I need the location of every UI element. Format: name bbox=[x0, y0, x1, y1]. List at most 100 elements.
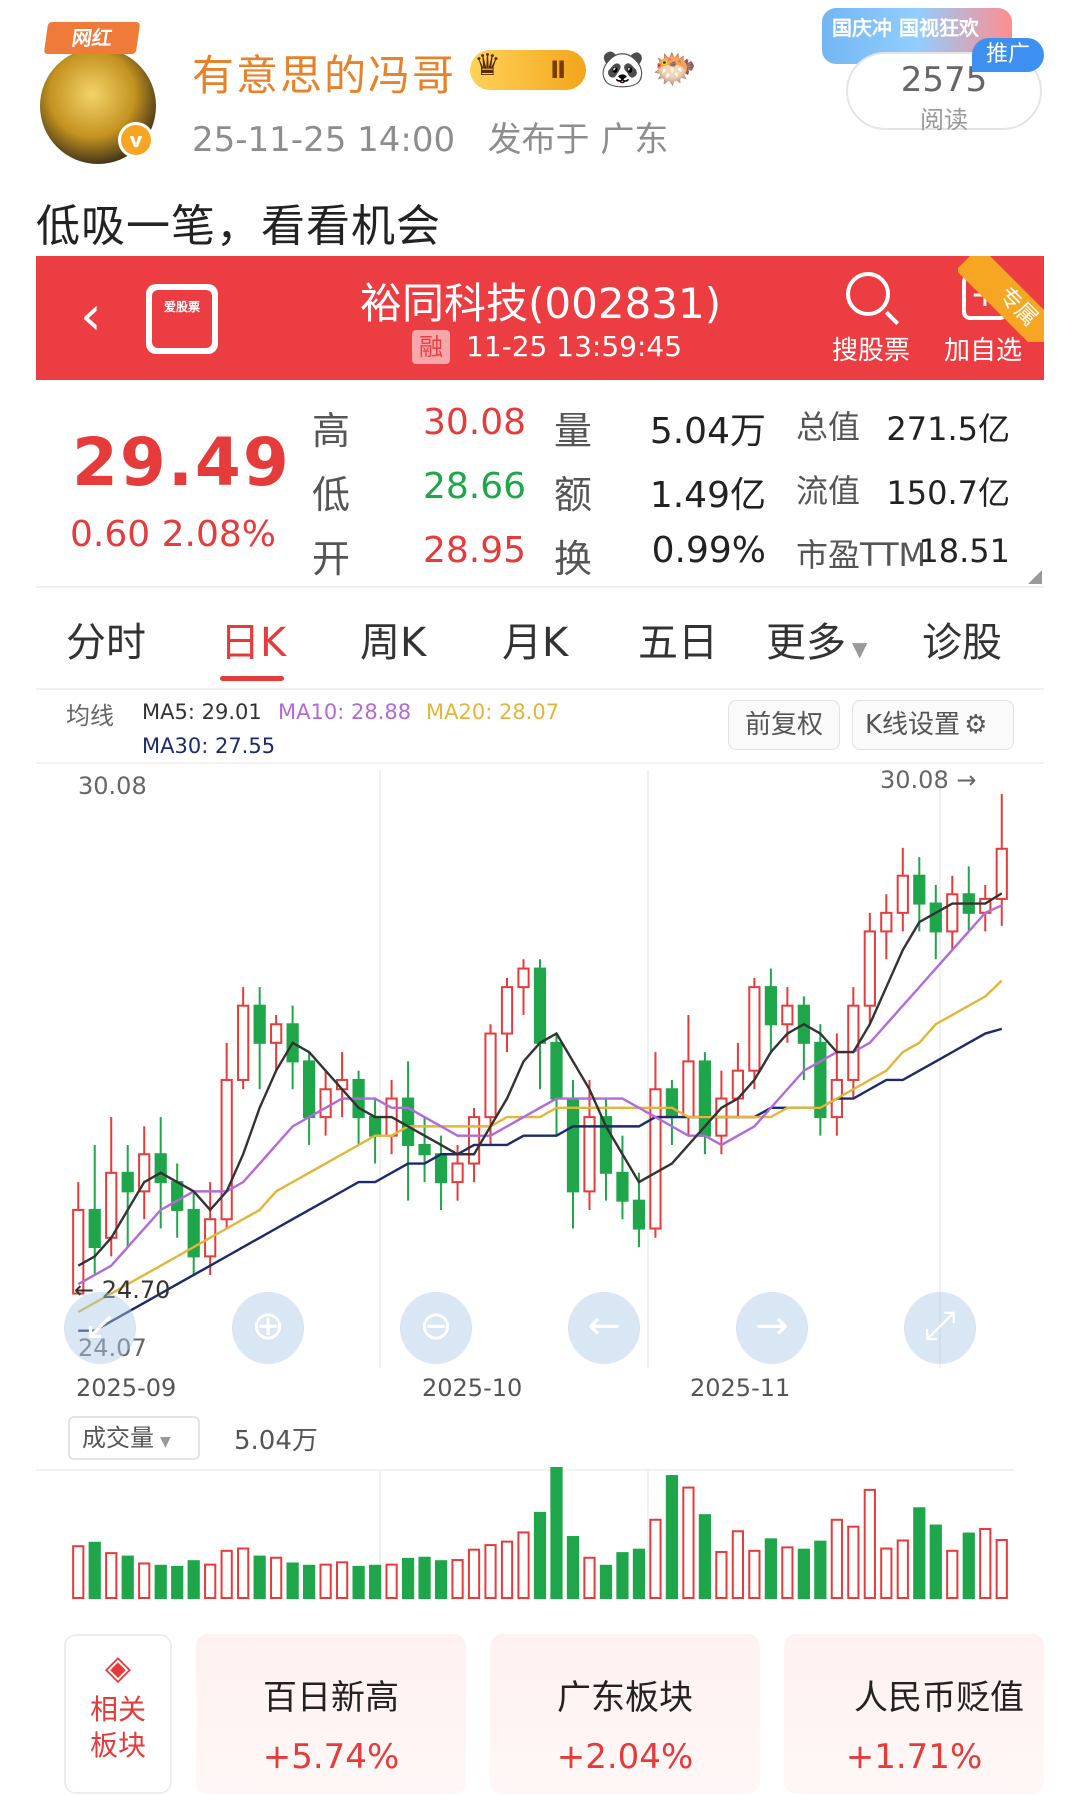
candle-body bbox=[880, 911, 893, 933]
volume-bar bbox=[303, 1564, 316, 1599]
volume-bar bbox=[814, 1540, 827, 1599]
volume-bar bbox=[105, 1552, 118, 1599]
candle-body bbox=[237, 1004, 250, 1081]
arrow-right-icon[interactable]: → bbox=[736, 1292, 808, 1364]
volume-bar bbox=[880, 1547, 893, 1600]
volume-bar bbox=[401, 1557, 415, 1600]
sector-name: 人民币贬值 bbox=[854, 1678, 1024, 1718]
candle-body bbox=[253, 1004, 266, 1044]
volume-indicator-select[interactable]: 成交量 ▼ bbox=[68, 1416, 200, 1460]
candle-body bbox=[517, 967, 530, 989]
volume-bar bbox=[599, 1564, 613, 1599]
candle-body bbox=[434, 1153, 448, 1184]
candle-body bbox=[154, 1153, 167, 1184]
volume-bar bbox=[467, 1548, 481, 1599]
volume-bar bbox=[781, 1546, 794, 1599]
candle-body bbox=[946, 893, 959, 933]
volume-bar bbox=[418, 1556, 431, 1599]
candle-body bbox=[665, 1088, 679, 1119]
kline-chart[interactable] bbox=[0, 0, 1080, 1795]
arrow-left-icon[interactable]: ← bbox=[568, 1292, 640, 1364]
volume-bar bbox=[731, 1530, 745, 1599]
sector-name: 广东板块 bbox=[557, 1678, 693, 1718]
volume-bar bbox=[434, 1560, 448, 1599]
related-sectors-button[interactable]: ◈ 相关板块 bbox=[64, 1634, 172, 1794]
volume-bar bbox=[830, 1518, 843, 1599]
zoom-out-icon[interactable]: ⊖ bbox=[400, 1292, 472, 1364]
volume-bar bbox=[88, 1541, 101, 1600]
candle-body bbox=[171, 1181, 184, 1211]
volume-bar bbox=[863, 1488, 876, 1599]
volume-bar bbox=[698, 1514, 712, 1599]
scroll-left-most-icon[interactable]: ↙ bbox=[64, 1292, 136, 1364]
volume-value-label: 5.04万 bbox=[234, 1426, 318, 1456]
volume-bar bbox=[764, 1538, 777, 1599]
candle-body bbox=[368, 1116, 382, 1137]
volume-bar bbox=[171, 1565, 184, 1600]
candle-body bbox=[270, 1023, 283, 1044]
volume-bar bbox=[847, 1525, 860, 1600]
candle-body bbox=[929, 902, 942, 933]
volume-bar bbox=[385, 1563, 398, 1600]
volume-bar bbox=[253, 1555, 266, 1600]
sector-card[interactable]: 广东板块 +2.04% bbox=[490, 1634, 760, 1794]
candle-body bbox=[566, 1097, 580, 1193]
candle-body bbox=[748, 986, 761, 1072]
candle-body bbox=[550, 1041, 563, 1100]
candle-body bbox=[583, 1116, 596, 1193]
sector-card[interactable]: 百日新高 +5.74% bbox=[196, 1634, 466, 1794]
candle-body bbox=[319, 1088, 332, 1119]
candle-body bbox=[418, 1143, 431, 1156]
candle-body bbox=[995, 847, 1008, 900]
high-marker-label: 30.08 → bbox=[880, 766, 977, 794]
volume-bar bbox=[72, 1545, 85, 1600]
volume-bar bbox=[270, 1556, 283, 1599]
volume-bar bbox=[748, 1549, 761, 1600]
volume-bar bbox=[962, 1532, 975, 1599]
volume-bar bbox=[946, 1549, 959, 1600]
candle-body bbox=[649, 1088, 662, 1230]
volume-bar bbox=[220, 1549, 233, 1600]
candle-body bbox=[913, 874, 926, 905]
volume-bar bbox=[500, 1540, 514, 1599]
candle-body bbox=[401, 1097, 415, 1146]
sector-change: +2.04% bbox=[556, 1737, 694, 1777]
volume-bar bbox=[566, 1536, 580, 1599]
zoom-in-icon[interactable]: ⊕ bbox=[232, 1292, 304, 1364]
candle-body bbox=[451, 1162, 464, 1184]
volume-bar bbox=[682, 1486, 695, 1599]
volume-bar bbox=[319, 1563, 332, 1600]
volume-bar bbox=[368, 1564, 382, 1599]
volume-bar bbox=[154, 1564, 167, 1599]
x-tick-label: 2025-11 bbox=[690, 1374, 791, 1402]
x-tick-label: 2025-10 bbox=[422, 1374, 523, 1402]
candle-body bbox=[303, 1060, 316, 1119]
candle-body bbox=[781, 1004, 794, 1026]
candle-body bbox=[632, 1199, 646, 1230]
candle-body bbox=[896, 874, 909, 914]
volume-bar bbox=[286, 1562, 299, 1599]
volume-bar bbox=[187, 1560, 200, 1599]
volume-bar bbox=[335, 1561, 349, 1600]
fullscreen-icon[interactable]: ⤢ bbox=[904, 1292, 976, 1364]
volume-bar bbox=[913, 1507, 926, 1600]
volume-bar bbox=[896, 1539, 909, 1600]
candle-body bbox=[616, 1171, 629, 1202]
volume-bar bbox=[533, 1511, 547, 1600]
volume-bar bbox=[929, 1524, 942, 1599]
volume-bar bbox=[715, 1550, 728, 1599]
layers-icon: ◈ bbox=[104, 1648, 132, 1688]
candle-body bbox=[105, 1171, 118, 1239]
volume-bar bbox=[138, 1562, 151, 1599]
ma-lines bbox=[77, 892, 1003, 1332]
candle-body bbox=[533, 967, 547, 1044]
volume-bar bbox=[632, 1548, 646, 1599]
volume-bar bbox=[616, 1552, 629, 1599]
volume-bar bbox=[665, 1475, 679, 1599]
volume-bar bbox=[583, 1556, 596, 1599]
sector-card[interactable]: 人民币贬值 +1.71% bbox=[784, 1634, 1044, 1794]
volume-bar bbox=[995, 1539, 1008, 1599]
candle-body bbox=[467, 1116, 481, 1165]
x-tick-label: 2025-09 bbox=[76, 1374, 177, 1402]
volume-bar bbox=[451, 1559, 464, 1600]
